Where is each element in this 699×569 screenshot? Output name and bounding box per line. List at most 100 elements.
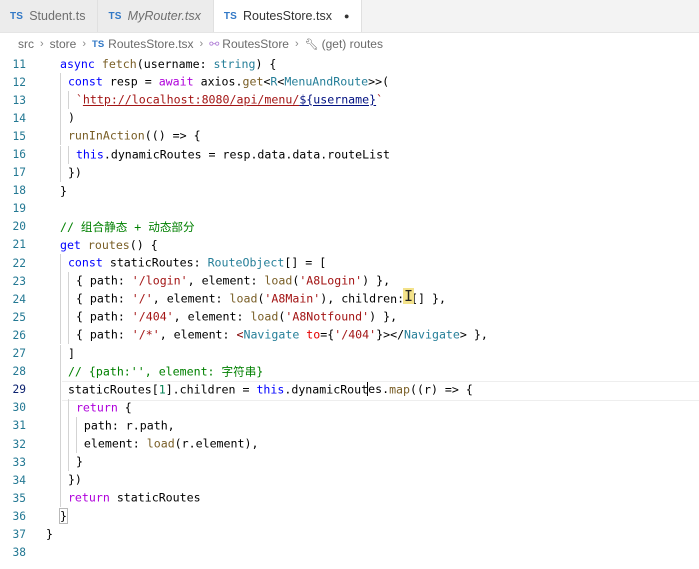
code-line-12[interactable]: 12 const resp = await axios.get<R<MenuAn…	[0, 73, 699, 92]
breadcrumb-src[interactable]: src	[18, 37, 34, 51]
code-line-11[interactable]: 11 async fetch(username: string) {	[0, 55, 699, 73]
breadcrumb-store[interactable]: store	[50, 37, 77, 51]
code-line-25[interactable]: 25 { path: '/404', element: load('A8Notf…	[0, 308, 699, 327]
line-number: 12	[12, 75, 26, 89]
typescript-file-icon: TS	[108, 10, 122, 22]
tab-student-ts[interactable]: TS Student.ts	[0, 0, 99, 32]
code-line-18[interactable]: 18 }	[0, 182, 699, 200]
chevron-right-icon: ›	[82, 38, 87, 50]
code-line-22[interactable]: 22 const staticRoutes: RouteObject[] = [	[0, 254, 699, 273]
code-line-33[interactable]: 33 }	[0, 453, 699, 472]
line-number: 29	[12, 383, 26, 397]
line-number: 11	[12, 57, 26, 71]
code-line-19[interactable]: 19	[0, 200, 699, 218]
code-line-21[interactable]: 21 get routes() {	[0, 236, 699, 254]
code-line-32[interactable]: 32 element: load(r.element),	[0, 435, 699, 454]
line-number: 17	[12, 166, 26, 180]
tab-myrouter-tsx[interactable]: TS MyRouter.tsx	[98, 0, 214, 32]
text-cursor: es.	[367, 382, 390, 397]
line-number: 34	[12, 473, 26, 487]
code-text: }	[46, 453, 83, 472]
code-text: { path: '/404', element: load('A8Notfoun…	[46, 308, 397, 327]
code-text: )	[46, 109, 75, 128]
url-link[interactable]: http://localhost:8080/api/menu/	[83, 93, 299, 107]
line-number: 27	[12, 347, 26, 361]
code-text: path: r.path,	[46, 416, 175, 435]
code-text: }	[46, 527, 53, 542]
code-line-13[interactable]: 13 `http://localhost:8080/api/menu/${use…	[0, 91, 699, 110]
code-line-14[interactable]: 14 )	[0, 109, 699, 128]
code-editor[interactable]: 11 async fetch(username: string) { 12 co…	[0, 55, 699, 569]
line-number: 14	[12, 111, 26, 125]
breadcrumb: src › store › TS RoutesStore.tsx › ⚯ Rou…	[0, 33, 699, 55]
code-line-24[interactable]: 24 { path: '/', element: load('A8Main'),…	[0, 287, 699, 309]
code-line-34[interactable]: 34 })	[0, 471, 699, 490]
code-line-16[interactable]: 16 this.dynamicRoutes = resp.data.data.r…	[0, 145, 699, 164]
property-wrench-icon: 🔧︎	[304, 38, 319, 51]
code-line-36[interactable]: 36 }	[0, 507, 699, 525]
code-text: runInAction(() => {	[46, 127, 201, 146]
code-text: staticRoutes[1].children = this.dynamicR…	[46, 380, 473, 399]
code-text: // 组合静态 + 动态部分	[59, 219, 195, 234]
code-line-37[interactable]: 37 }	[0, 525, 699, 543]
code-line-20[interactable]: 20 // 组合静态 + 动态部分	[0, 218, 699, 236]
code-text: return {	[46, 398, 132, 417]
line-number: 22	[12, 256, 26, 270]
code-line-35[interactable]: 35 return staticRoutes	[0, 489, 699, 508]
code-text: // {path:'', element: 字符串}	[46, 362, 263, 381]
line-number: 19	[12, 202, 26, 216]
code-text: const staticRoutes: RouteObject[] = [	[46, 254, 326, 273]
code-line-29[interactable]: 29 staticRoutes[1].children = this.dynam…	[0, 380, 699, 401]
code-text: { path: '/', element: load('A8Main'), ch…	[46, 287, 446, 309]
matching-bracket: }	[58, 508, 68, 525]
code-line-28[interactable]: 28 // {path:'', element: 字符串}	[0, 362, 699, 381]
unsaved-dot-icon[interactable]: ●	[344, 11, 349, 21]
code-line-26[interactable]: 26 { path: '/*', element: <Navigate to={…	[0, 326, 699, 345]
code-text: get routes() {	[59, 237, 158, 252]
breadcrumb-file[interactable]: RoutesStore.tsx	[108, 37, 193, 51]
line-number: 25	[12, 310, 26, 324]
code-text: this.dynamicRoutes = resp.data.data.rout…	[46, 145, 390, 164]
tab-routesstore-tsx[interactable]: TS RoutesStore.tsx ●	[213, 0, 363, 32]
line-number: 20	[12, 220, 26, 234]
line-number: 23	[12, 274, 26, 288]
line-number: 35	[12, 491, 26, 505]
line-number: 38	[12, 546, 26, 560]
tab-label: RoutesStore.tsx	[243, 9, 332, 23]
code-text: { path: '/*', element: <Navigate to={'/4…	[46, 326, 488, 345]
code-line-23[interactable]: 23 { path: '/login', element: load('A8Lo…	[0, 272, 699, 291]
line-number: 18	[12, 184, 26, 198]
typescript-file-icon: TS	[10, 10, 24, 22]
code-text: async fetch(username: string) {	[59, 57, 277, 72]
code-text: { path: '/login', element: load('A8Login…	[46, 272, 390, 291]
code-line-17[interactable]: 17 })	[0, 163, 699, 182]
code-text: })	[46, 471, 82, 490]
breadcrumb-member[interactable]: (get) routes	[322, 37, 383, 51]
line-number: 31	[12, 419, 26, 433]
line-number: 26	[12, 328, 26, 342]
code-line-31[interactable]: 31 path: r.path,	[0, 416, 699, 435]
line-number: 16	[12, 148, 26, 162]
mouse-ibeam-cursor-icon: I	[403, 287, 415, 306]
code-line-27[interactable]: 27 ]	[0, 344, 699, 363]
typescript-file-icon: TS	[92, 38, 105, 50]
code-text: return staticRoutes	[46, 489, 201, 508]
chevron-right-icon: ›	[40, 38, 44, 50]
chevron-right-icon: ›	[294, 38, 299, 50]
tab-label: MyRouter.tsx	[127, 9, 201, 23]
code-line-30[interactable]: 30 return {	[0, 398, 699, 417]
line-number: 32	[12, 437, 26, 451]
breadcrumb-class[interactable]: RoutesStore	[222, 37, 289, 51]
code-text: }	[59, 183, 67, 198]
line-number: 24	[12, 292, 26, 306]
editor-tab-bar: TS Student.ts TS MyRouter.tsx TS RoutesS…	[0, 0, 699, 33]
line-number: 13	[12, 93, 26, 107]
line-number: 36	[12, 509, 26, 523]
code-line-15[interactable]: 15 runInAction(() => {	[0, 127, 699, 146]
typescript-file-icon: TS	[223, 10, 238, 22]
line-number: 33	[12, 455, 26, 469]
code-line-38[interactable]: 38	[0, 544, 699, 562]
code-text: }	[46, 508, 68, 525]
code-text: `http://localhost:8080/api/menu/${userna…	[46, 91, 383, 110]
